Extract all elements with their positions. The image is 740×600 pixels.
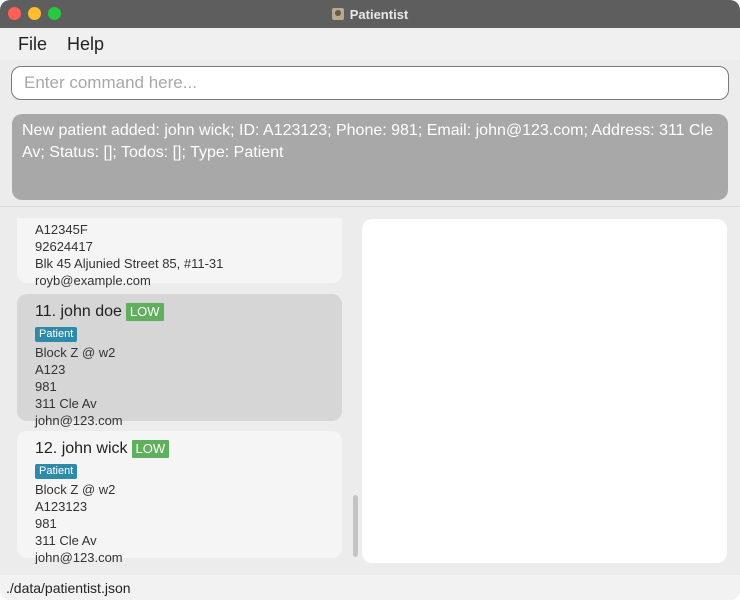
- app-icon: [331, 8, 344, 20]
- patient-address: Blk 45 Aljunied Street 85, #11-31: [35, 256, 224, 271]
- menu-file[interactable]: File: [18, 34, 47, 55]
- priority-badge: LOW: [131, 440, 170, 458]
- menu-bar: File Help: [0, 28, 740, 60]
- patient-phone: 92624417: [35, 239, 93, 254]
- patient-card-partial[interactable]: A12345F 92624417 Blk 45 Aljunied Street …: [17, 218, 342, 288]
- menu-help[interactable]: Help: [67, 34, 104, 55]
- type-tag: Patient: [35, 464, 78, 479]
- patient-address: 311 Cle Av: [35, 533, 97, 548]
- detail-panel: [362, 219, 727, 563]
- type-tag: Patient: [35, 327, 78, 342]
- patient-card-header: 12. john wick LOW: [35, 437, 324, 461]
- patient-list[interactable]: A12345F 92624417 Blk 45 Aljunied Street …: [12, 218, 360, 564]
- patient-id: A123123: [35, 499, 88, 514]
- command-box: [11, 66, 729, 100]
- patient-card-header: 11. john doe LOW: [35, 300, 324, 324]
- status-bar: ./data/patientist.json: [0, 575, 740, 600]
- command-input[interactable]: [12, 67, 728, 99]
- window-title-group: Patientist: [0, 0, 740, 28]
- patient-phone: 981: [35, 516, 57, 531]
- patient-name: 11. john doe: [35, 303, 122, 320]
- patient-email: john@123.com: [35, 550, 123, 564]
- patient-email: royb@example.com: [35, 273, 151, 288]
- patient-card[interactable]: 11. john doe LOW Patient Block Z @ w2 A1…: [17, 294, 342, 428]
- save-file-path: ./data/patientist.json: [6, 579, 131, 596]
- priority-badge: LOW: [125, 303, 164, 321]
- section-divider: [0, 206, 740, 207]
- patient-id: A12345F: [35, 222, 88, 237]
- result-message: New patient added: john wick; ID: A12312…: [22, 122, 714, 161]
- window-title: Patientist: [349, 6, 409, 22]
- app-window: Patientist File Help New patient added: …: [0, 0, 740, 600]
- patient-ward: Block Z @ w2: [35, 345, 116, 360]
- patient-card[interactable]: 12. john wick LOW Patient Block Z @ w2 A…: [17, 431, 342, 564]
- patient-phone: 981: [35, 379, 57, 394]
- result-display: New patient added: john wick; ID: A12312…: [12, 114, 728, 200]
- patient-email: john@123.com: [35, 413, 123, 428]
- patient-name: 12. john wick: [35, 440, 128, 457]
- list-scrollbar[interactable]: [353, 495, 358, 557]
- patient-ward: Block Z @ w2: [35, 482, 116, 497]
- title-bar[interactable]: Patientist: [0, 0, 740, 28]
- patient-address: 311 Cle Av: [35, 396, 97, 411]
- patient-id: A123: [35, 362, 66, 377]
